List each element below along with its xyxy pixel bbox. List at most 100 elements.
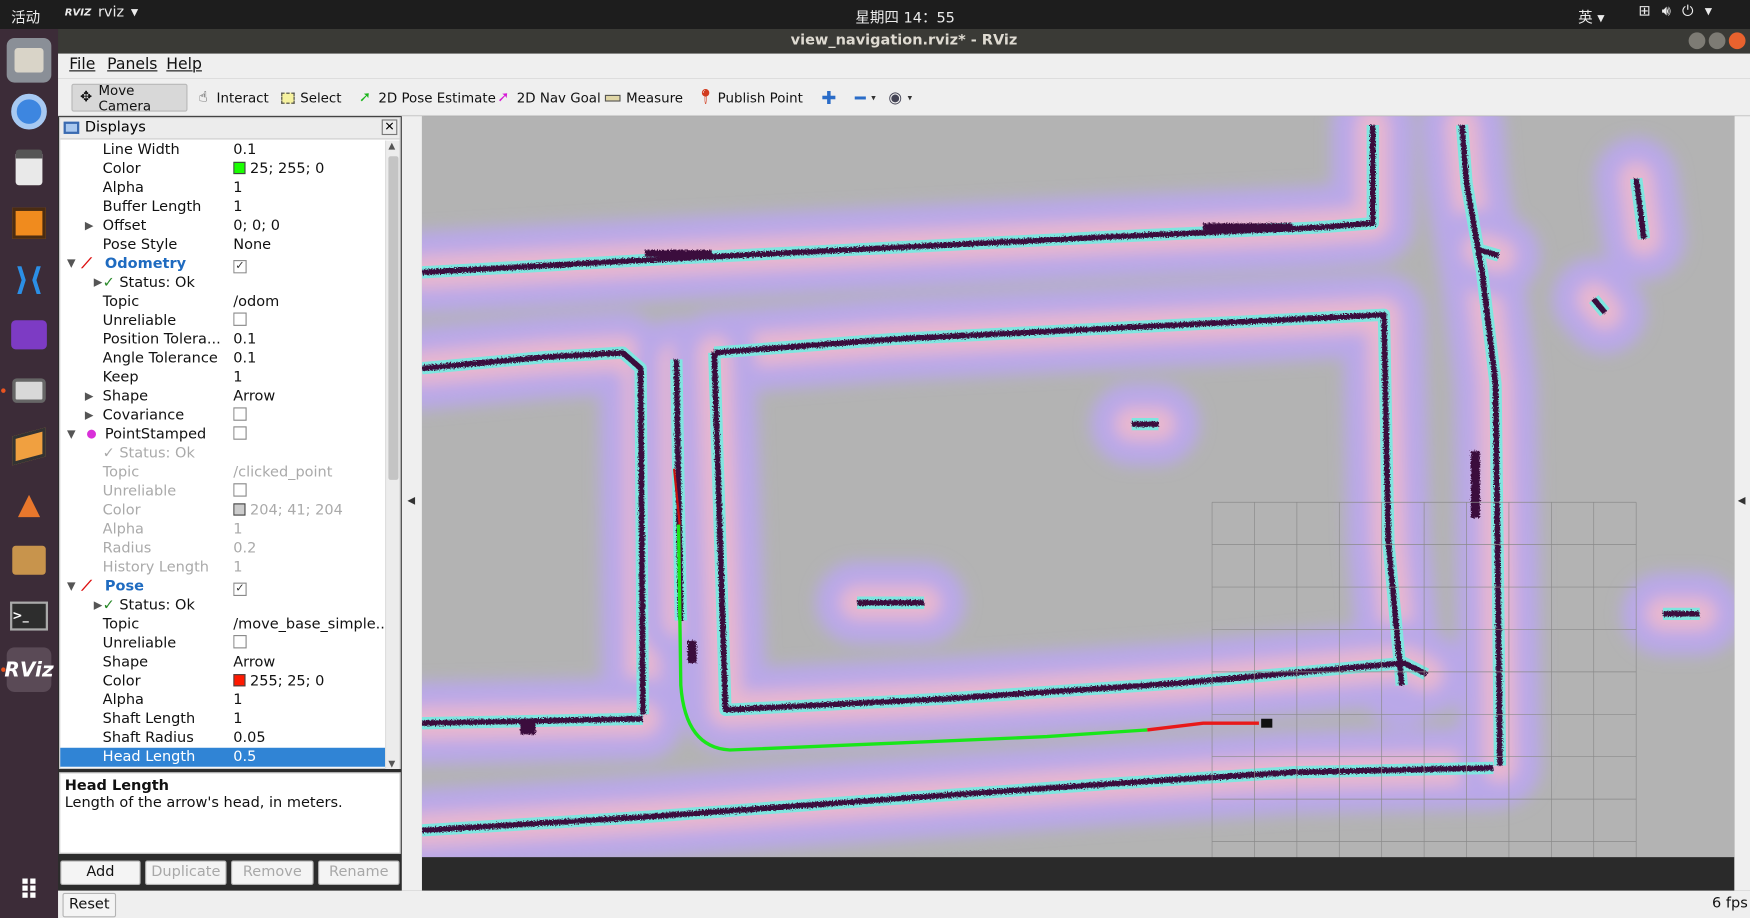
property-value[interactable] [233,634,385,653]
render-viewport[interactable] [421,116,1735,891]
property-checkbox[interactable] [233,312,247,326]
property-value[interactable]: 1 [233,691,385,710]
property-value[interactable]: 1 [233,520,385,539]
expand-closed-icon[interactable]: ▶ [94,273,103,292]
property-checkbox[interactable]: ✓ [233,260,247,274]
expand-closed-icon[interactable]: ▶ [85,406,94,425]
matlab-icon[interactable]: ▲ [7,482,52,527]
expand-open-icon[interactable]: ▼ [67,254,76,273]
property-row[interactable]: Keep 1 [60,368,386,387]
property-row[interactable]: Color 25; 255; 0 [60,160,386,179]
property-value[interactable]: 204; 41; 204 [233,501,385,520]
clock[interactable]: 星期四 14：55 [0,6,1750,27]
property-value[interactable]: 1 [233,179,385,198]
property-row[interactable]: Color 255; 25; 0 [60,672,386,691]
chromium-icon[interactable] [7,89,52,134]
property-value[interactable]: None [233,235,385,254]
property-value[interactable]: 0.1 [233,349,385,368]
property-value[interactable] [233,482,385,501]
remove-tool-button[interactable]: ━ ▾ [848,84,882,112]
software-center-icon[interactable] [7,538,52,583]
property-row[interactable]: ▼ PointStamped [60,425,386,444]
property-row[interactable]: Unreliable [60,482,386,501]
property-row[interactable]: Alpha 1 [60,179,386,198]
property-value[interactable]: ✓ [233,254,385,274]
expand-closed-icon[interactable]: ▶ [85,387,94,406]
add-tool-button[interactable]: ✚ [815,84,843,112]
video-editor-icon[interactable] [7,312,52,357]
calculator-icon[interactable] [7,145,52,190]
property-row[interactable]: Head Length 0.5 [60,747,387,767]
close-panel-icon[interactable]: ✕ [381,119,398,136]
rviz-icon[interactable]: RViz [1,647,54,692]
interact-button[interactable]: ☝ Interact [189,84,276,112]
duplicate-display-button[interactable]: Duplicate [145,860,227,886]
property-row[interactable]: Angle Tolerance 0.1 [60,349,386,368]
property-value[interactable]: 1 [233,710,385,729]
publish-point-button[interactable]: 📍︎ Publish Point [690,84,810,112]
property-row[interactable]: ▶ Covariance [60,406,386,425]
property-checkbox[interactable] [233,426,247,440]
property-value[interactable]: 25; 255; 0 [233,160,385,179]
remove-display-button[interactable]: Remove [231,860,314,886]
property-row[interactable]: Pose Style None [60,235,386,254]
property-value[interactable]: /clicked_point [233,463,385,482]
pose-estimate-button[interactable]: ➚ 2D Pose Estimate [350,84,502,112]
property-value[interactable]: /move_base_simple... [233,615,385,634]
property-value[interactable]: /odom [233,292,385,311]
property-row[interactable]: ▼ ⟋ Odometry ✓ [60,254,386,274]
app-grid-icon[interactable]: ⠿ [7,868,52,913]
property-value[interactable]: 1 [233,198,385,217]
measure-button[interactable]: Measure [598,84,690,112]
property-row[interactable]: Shape Arrow [60,653,386,672]
color-swatch[interactable] [233,161,246,175]
property-value[interactable]: Arrow [233,653,385,672]
view-menu-button[interactable]: ◉ ▾ [882,84,919,112]
property-row[interactable]: ▶ ✓ Status: Ok [60,596,386,615]
color-swatch[interactable] [233,674,246,687]
input-method-indicator[interactable]: 英 ▾ [1578,6,1604,27]
property-value[interactable]: 0.5 [233,748,385,767]
property-row[interactable]: Topic/odom [60,292,386,311]
property-value[interactable]: Arrow [233,387,385,406]
add-display-button[interactable]: Add [60,860,141,886]
property-row[interactable]: ✓ Status: Ok [60,444,386,463]
expand-closed-icon[interactable]: ▶ [85,217,94,236]
property-row[interactable]: History Length 1 [60,558,386,577]
right-splitter[interactable]: ◀ [1734,116,1750,891]
scroll-up-icon[interactable]: ▲ [388,141,395,151]
property-row[interactable]: ▶ ✓ Status: Ok [60,273,386,292]
property-row[interactable]: Color 204; 41; 204 [60,501,386,520]
property-value[interactable]: 0.1 [233,330,385,349]
property-row[interactable]: ▶ Offset 0; 0; 0 [60,217,386,236]
property-row[interactable]: Alpha 1 [60,691,386,710]
menu-panels[interactable]: Panels [107,56,157,74]
property-value[interactable] [233,425,385,444]
rename-display-button[interactable]: Rename [318,860,400,886]
terminal-icon[interactable]: >_ [7,594,52,639]
property-value[interactable]: 0.05 [233,729,385,748]
vscode-icon[interactable]: ⟩⟨ [7,257,52,302]
system-tray[interactable]: ⊞ 🔊︎ ⏻ ▾ [1638,3,1712,20]
property-value[interactable]: ✓ [233,577,385,596]
property-row[interactable]: Buffer Length 1 [60,198,386,217]
move-camera-button[interactable]: ✥ Move Camera [71,82,188,113]
property-value[interactable]: 255; 25; 0 [233,672,385,691]
mesh-tool-icon[interactable] [7,424,52,469]
menu-file[interactable]: File [69,56,95,74]
reset-button[interactable]: Reset [62,892,117,918]
property-row[interactable]: Topic/clicked_point [60,463,386,482]
property-value[interactable]: 0.1 [233,141,385,160]
scrollbar-thumb[interactable] [388,156,399,480]
property-row[interactable]: Position Tolera... 0.1 [60,330,386,349]
property-row[interactable]: Topic/move_base_simple... [60,615,386,634]
property-value[interactable]: 0.2 [233,539,385,558]
property-value[interactable]: 1 [233,558,385,577]
property-value[interactable] [233,406,385,425]
minimize-icon[interactable] [1688,32,1706,50]
property-value[interactable] [233,311,385,330]
property-checkbox[interactable]: ✓ [233,582,247,596]
menu-help[interactable]: Help [166,56,202,74]
property-row[interactable]: Radius 0.2 [60,539,386,558]
property-value[interactable]: 1 [233,368,385,387]
